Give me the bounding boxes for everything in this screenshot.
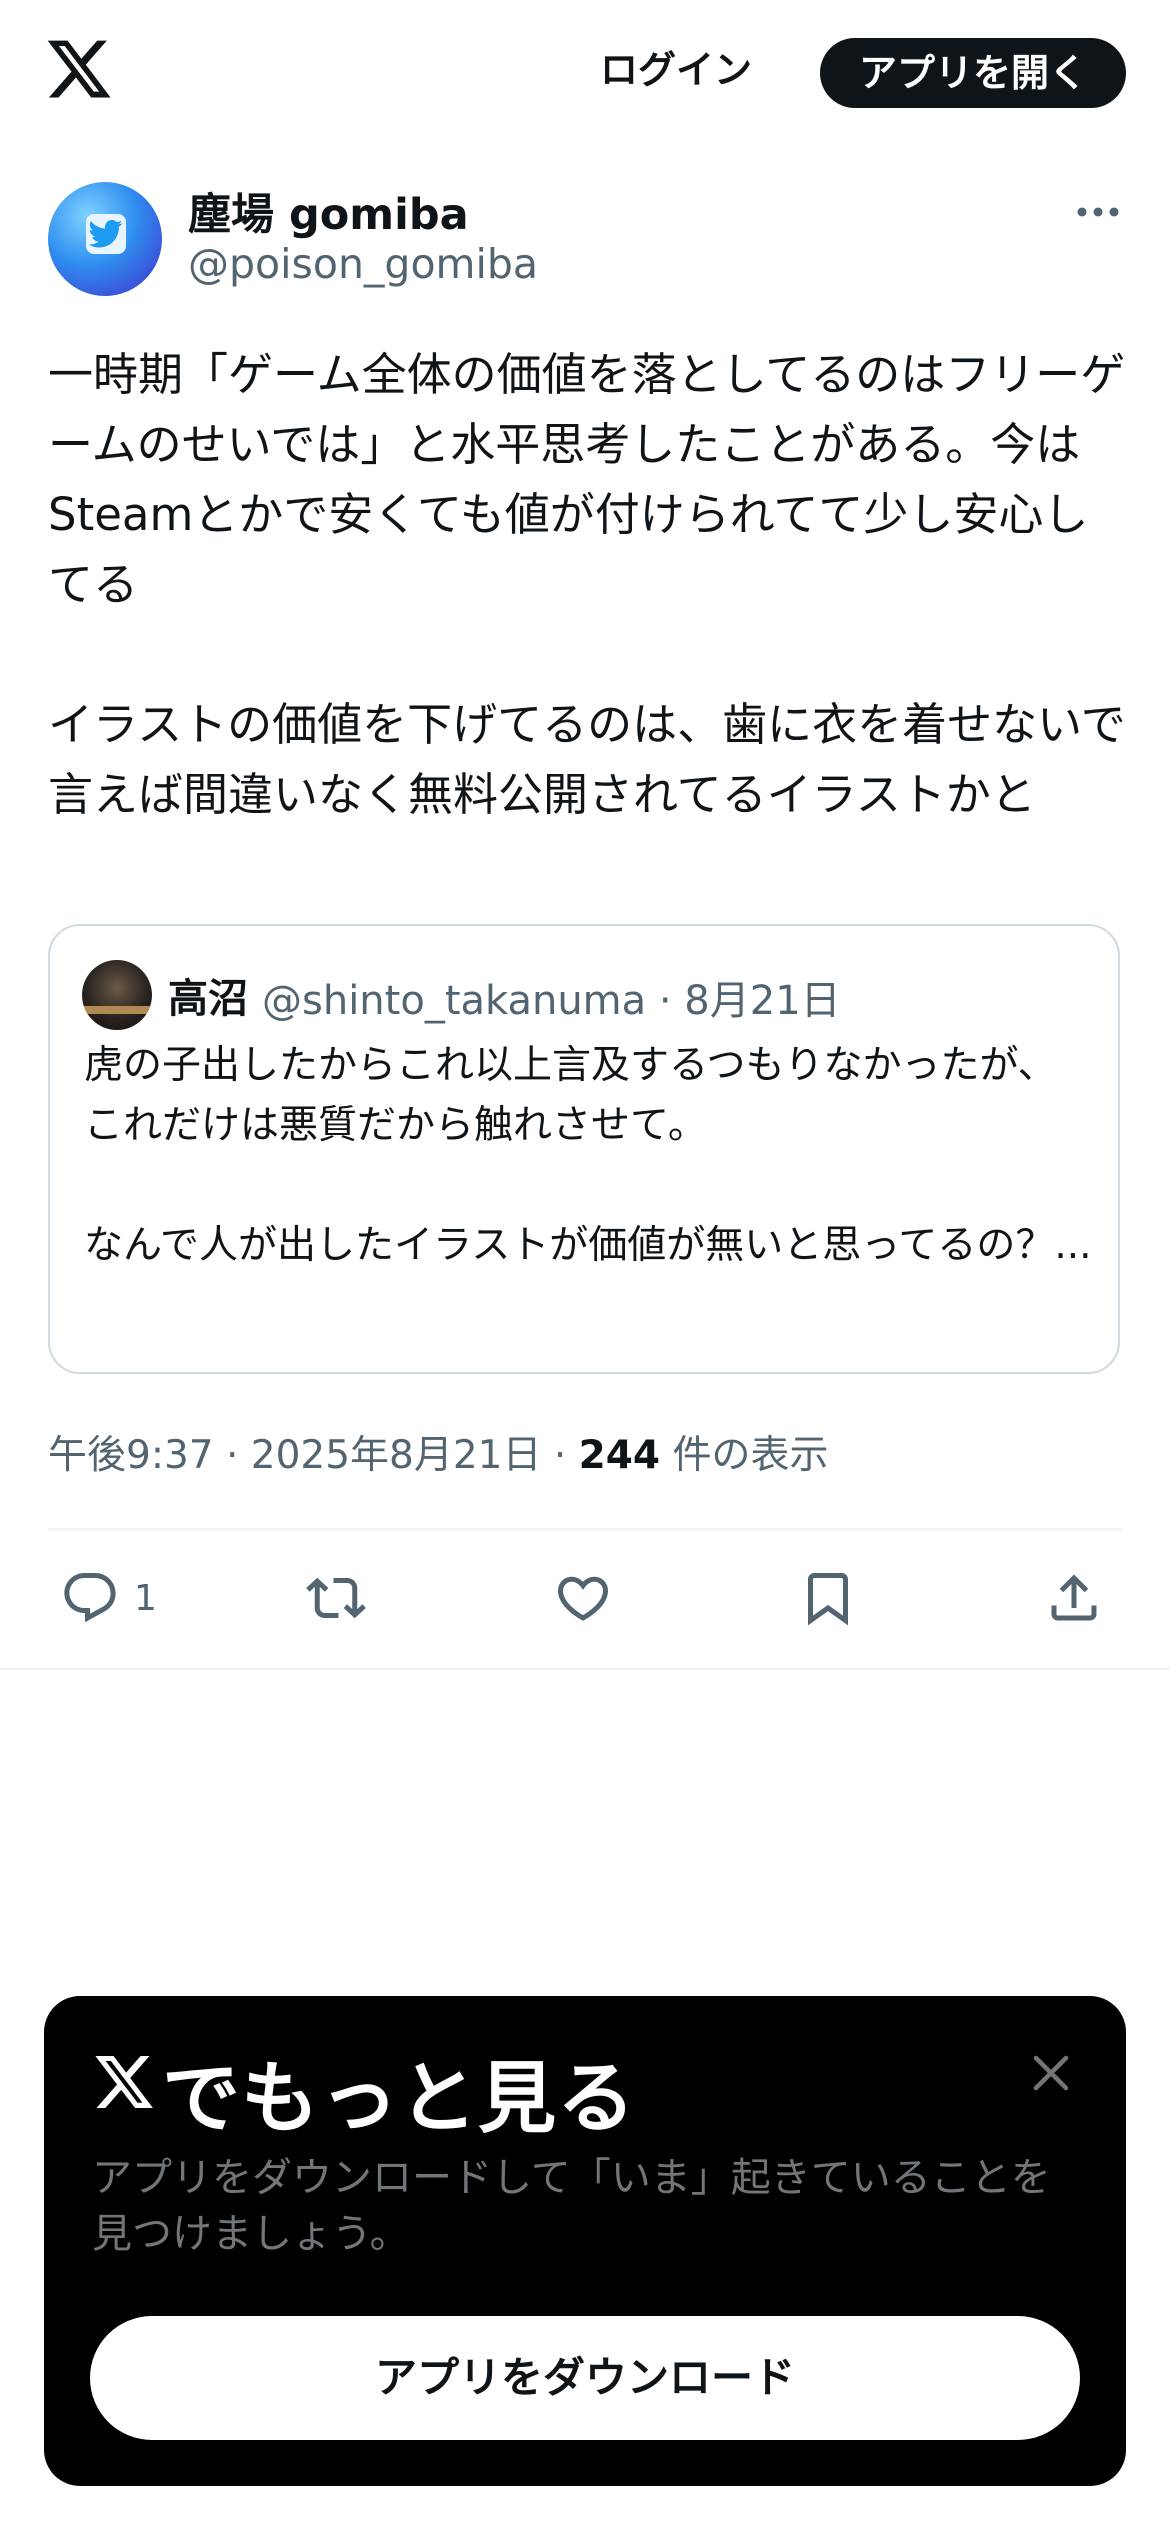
promo-title: でもっと見る	[162, 2054, 637, 2144]
promo-description: アプリをダウンロードして「いま」起きていることを見つけましょう。	[92, 2155, 1051, 2257]
bird-icon	[89, 219, 123, 248]
bookmark-icon[interactable]	[798, 1568, 858, 1628]
tweet-text: 一時期「ゲーム全体の価値を落としてるのはフリーゲームのせいでは」と水平思考したこ…	[48, 348, 1126, 821]
author-name[interactable]: 塵場 gomiba	[188, 180, 469, 242]
x-logo-icon	[92, 2050, 156, 2114]
login-link[interactable]: ログイン	[600, 40, 752, 100]
views-count: 244	[578, 1433, 661, 1478]
tweet-meta: 午後9:37 · 2025年8月21日 · 244 件の表示	[48, 1424, 828, 1480]
divider	[48, 1528, 1122, 1530]
reply-count: 1	[134, 1578, 157, 1619]
close-icon[interactable]	[1030, 2052, 1072, 2094]
download-app-button[interactable]: アプリをダウンロード	[90, 2316, 1080, 2440]
x-logo-icon[interactable]	[44, 34, 114, 104]
author-handle[interactable]: @poison_gomiba	[188, 240, 538, 288]
reply-icon[interactable]	[60, 1568, 120, 1628]
share-icon[interactable]	[1044, 1568, 1104, 1628]
quoted-text: 虎の子出したからこれ以上言及するつもりなかったが、これだけは悪質だから触れさせて…	[84, 1043, 1092, 1268]
retweet-icon[interactable]	[306, 1568, 366, 1628]
tweet-timestamp[interactable]: 午後9:37 · 2025年8月21日 ·	[48, 1433, 579, 1478]
quoted-author-handle: @shinto_takanuma · 8月21日	[262, 978, 841, 1024]
divider	[0, 1668, 1170, 1670]
avatar[interactable]	[48, 182, 162, 296]
like-icon[interactable]	[553, 1568, 613, 1628]
views-label: 件の表示	[660, 1433, 829, 1478]
more-options-icon[interactable]	[1074, 200, 1122, 224]
quoted-author-name: 高沼	[168, 976, 248, 1022]
open-app-button[interactable]: アプリを開く	[820, 38, 1126, 108]
quoted-avatar	[82, 960, 152, 1030]
